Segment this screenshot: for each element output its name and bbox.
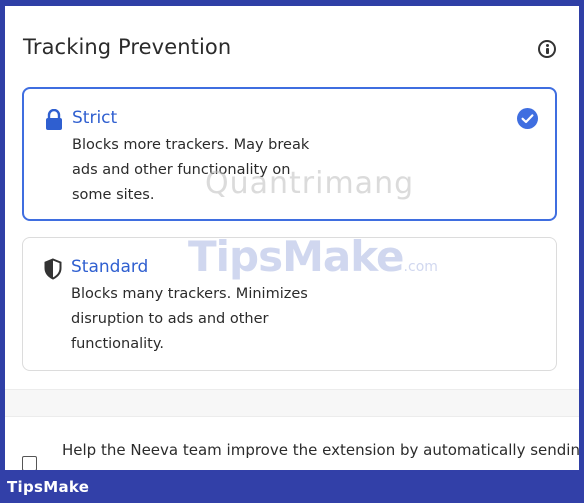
panel-header: Tracking Prevention [5,6,579,100]
option-standard[interactable]: Standard Blocks many trackers. Minimizes… [22,237,557,371]
check-circle-icon [517,108,538,129]
lock-icon [46,109,62,130]
info-icon-dot [546,44,549,47]
footer-brand: TipsMake [7,478,90,496]
page-title: Tracking Prevention [23,35,232,59]
info-icon-bar [546,48,549,54]
option-standard-description: Blocks many trackers. Minimizes disrupti… [71,286,308,352]
extension-popup: Tracking Prevention Strict Blocks more t… [5,6,579,470]
consent-text: Help the Neeva team improve the extensio… [62,441,579,459]
option-strict[interactable]: Strict Blocks more trackers. May break a… [22,87,557,221]
info-icon[interactable] [538,40,556,58]
consent-row: Help the Neeva team improve the extensio… [5,418,579,470]
shield-icon [44,258,62,280]
option-strict-description: Blocks more trackers. May break ads and … [72,137,310,203]
section-divider [5,389,579,417]
option-standard-label: Standard [71,257,149,277]
footer-bar: TipsMake [0,470,584,503]
option-strict-label: Strict [72,108,118,128]
consent-checkbox[interactable] [22,456,37,470]
